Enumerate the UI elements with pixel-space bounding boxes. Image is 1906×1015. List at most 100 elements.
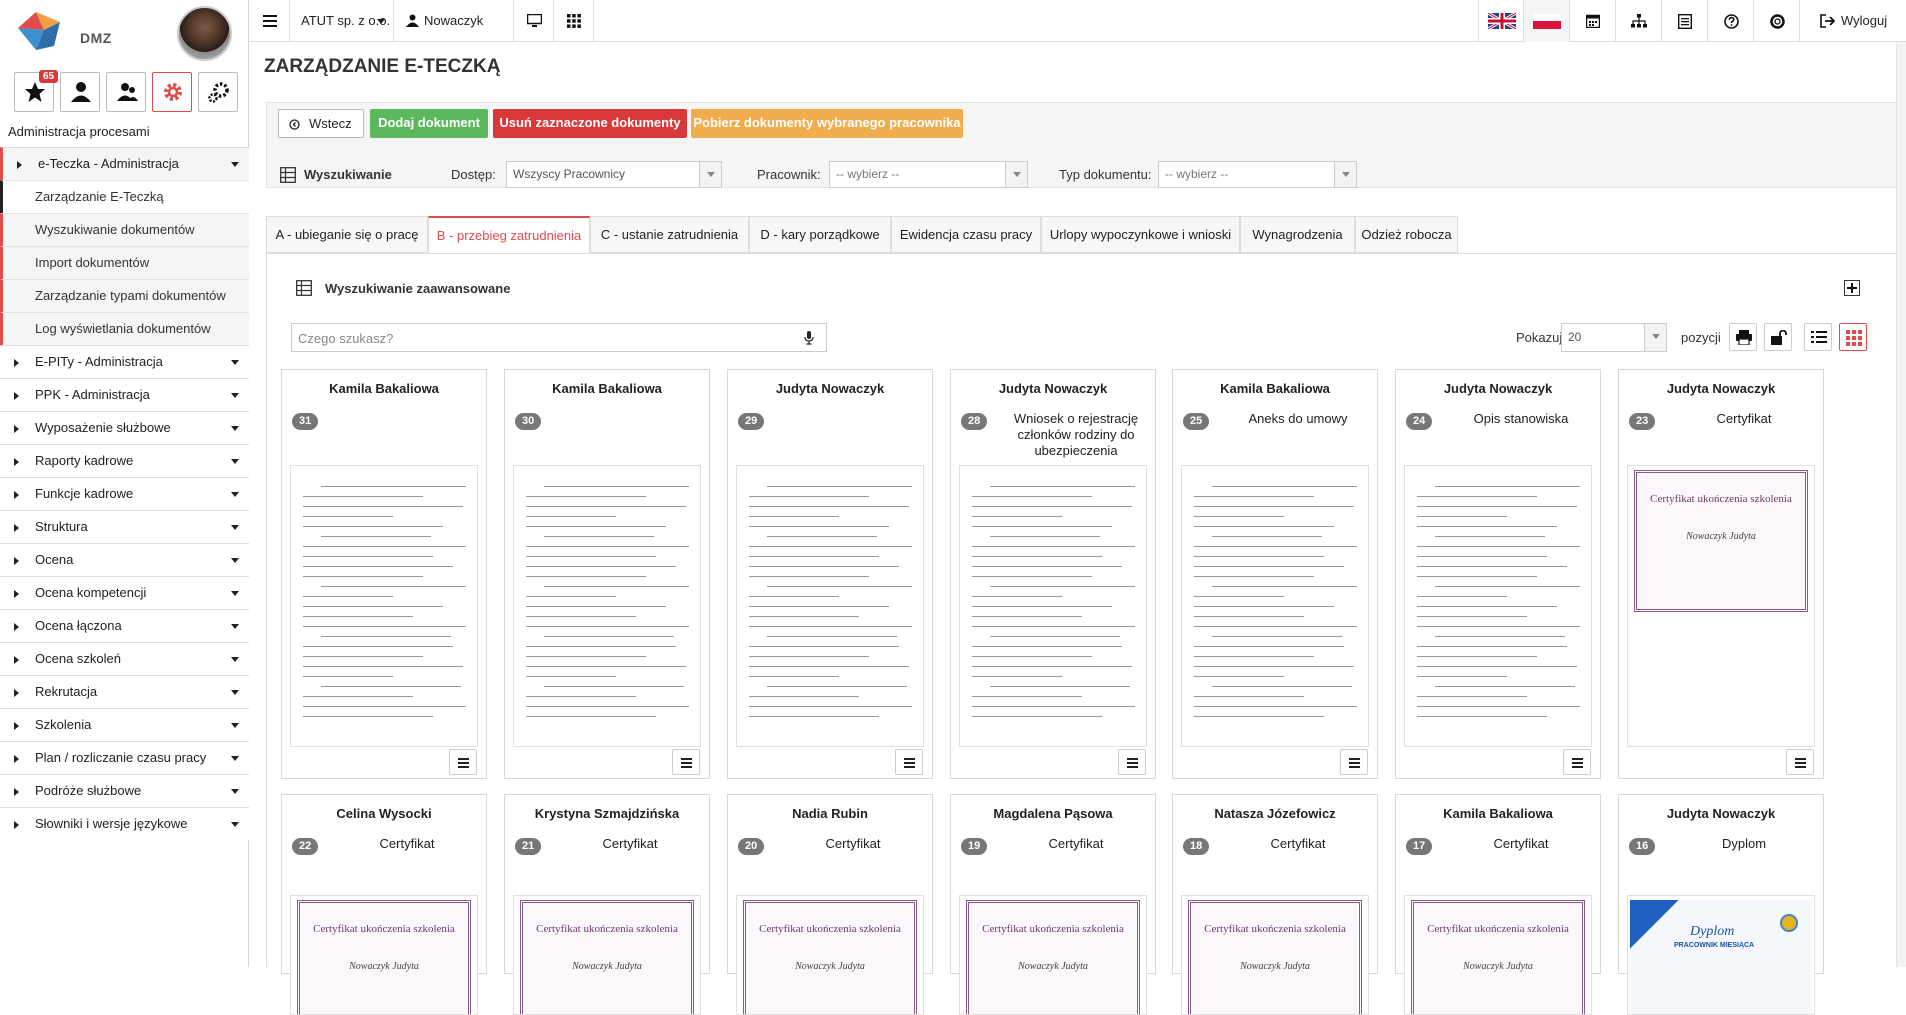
document-preview[interactable]: Certyfikat ukończenia szkolenia Nowaczyk … [290, 895, 478, 1015]
document-card[interactable]: Celina Wysocki 22 Certyfikat Certyfikat uko… [281, 794, 487, 1015]
tab-4[interactable]: D - kary porządkowe [749, 216, 891, 253]
document-preview[interactable] [513, 465, 701, 747]
submenu-item[interactable]: Log wyświetlania dokumentów [0, 312, 249, 345]
document-card[interactable]: Kamila Bakaliowa 17 Certyfikat Certyfikat u… [1395, 794, 1601, 1015]
submenu-item[interactable]: Zarządzanie E-Teczką [0, 180, 249, 213]
team-button[interactable] [106, 72, 146, 112]
document-card[interactable]: Kamila Bakaliowa 30 [504, 369, 710, 779]
document-card[interactable]: Krystyna Szmajdzińska 21 Certyfikat Certyfi… [504, 794, 710, 1015]
doctype-select[interactable]: -- wybierz -- [1158, 161, 1357, 188]
tab-3[interactable]: C - ustanie zatrudnienia [590, 216, 749, 253]
access-select[interactable]: Wszyscy Pracownicy [506, 161, 722, 188]
sidebar-item[interactable]: Ocena kompetencji [0, 576, 249, 609]
hamburger-button[interactable] [250, 0, 290, 42]
sidebar-item[interactable]: Szkolenia [0, 708, 249, 741]
document-preview[interactable]: Certyfikat ukończenia szkolenia Nowaczyk … [513, 895, 701, 1015]
page-scrollbar[interactable] [1896, 42, 1906, 967]
sidebar-item[interactable]: E-PITy - Administracja [0, 345, 249, 378]
document-preview[interactable]: Dyplom PRACOWNIK MIESIĄCA [1627, 895, 1815, 1015]
document-preview[interactable]: Certyfikat ukończenia szkolenia Nowaczyk … [1181, 895, 1369, 1015]
tab-1[interactable]: A - ubieganie się o pracę [266, 216, 428, 253]
support-button[interactable] [1754, 0, 1800, 42]
delete-selected-button[interactable]: Usuń zaznaczone dokumenty [493, 109, 687, 138]
company-select[interactable]: ATUT sp. z o.o. [290, 0, 394, 42]
sidebar-item[interactable]: Struktura [0, 510, 249, 543]
card-menu-button[interactable] [1118, 749, 1146, 775]
sidebar-item-eteczka[interactable]: e-Teczka - Administracja [0, 147, 249, 180]
back-button[interactable]: Wstecz [278, 109, 364, 138]
sidebar-item[interactable]: Rekrutacja [0, 675, 249, 708]
print-button[interactable] [1729, 323, 1757, 351]
document-card[interactable]: Nadia Rubin 20 Certyfikat Certyfikat ukończ… [727, 794, 933, 1015]
structure-button[interactable] [1616, 0, 1662, 42]
sidebar-item[interactable]: Ocena [0, 543, 249, 576]
document-preview[interactable] [1404, 465, 1592, 747]
sidebar-item[interactable]: Słowniki i wersje językowe [0, 807, 249, 840]
card-menu-button[interactable] [1340, 749, 1368, 775]
calendar-button[interactable] [1570, 0, 1616, 42]
tab-6[interactable]: Urlopy wypoczynkowe i wnioski [1041, 216, 1240, 253]
document-preview[interactable] [736, 465, 924, 747]
page-size-select[interactable]: 20 [1561, 323, 1667, 352]
tab-8[interactable]: Odzież robocza [1355, 216, 1458, 253]
card-menu-button[interactable] [1563, 749, 1591, 775]
document-preview[interactable]: Certyfikat ukończenia szkolenia Nowaczyk … [1627, 465, 1815, 747]
sidebar-item[interactable]: Raporty kadrowe [0, 444, 249, 477]
document-card[interactable]: Natasza Józefowicz 18 Certyfikat Certyfikat… [1172, 794, 1378, 1015]
help-button[interactable] [1708, 0, 1754, 42]
card-menu-button[interactable] [672, 749, 700, 775]
sidebar-item[interactable]: Wyposażenie służbowe [0, 411, 249, 444]
unlock-button[interactable] [1764, 323, 1792, 351]
sidebar-item[interactable]: Plan / rozliczanie czasu pracy [0, 741, 249, 774]
avatar[interactable] [177, 6, 232, 61]
document-preview[interactable] [959, 465, 1147, 747]
card-menu-button[interactable] [895, 749, 923, 775]
submenu-item[interactable]: Wyszukiwanie dokumentów [0, 213, 249, 246]
admin-settings-button[interactable] [152, 72, 192, 112]
employee-select[interactable]: -- wybierz -- [829, 161, 1028, 188]
tab-5[interactable]: Ewidencja czasu pracy [891, 216, 1041, 253]
favorites-button[interactable]: 65 [14, 70, 59, 112]
expand-plus-button[interactable] [1844, 280, 1860, 296]
document-card[interactable]: Kamila Bakaliowa 31 [281, 369, 487, 779]
document-preview[interactable] [290, 465, 478, 747]
submenu-item[interactable]: Import dokumentów [0, 246, 249, 279]
card-menu-button[interactable] [1786, 749, 1814, 775]
dmz-logo[interactable] [14, 10, 76, 54]
profile-button[interactable] [60, 72, 100, 112]
document-card[interactable]: Magdalena Pąsowa 19 Certyfikat Certyfikat u… [950, 794, 1156, 1015]
desktop-button[interactable] [514, 0, 554, 42]
download-employee-docs-button[interactable]: Pobierz dokumenty wybranego pracownika [691, 109, 963, 138]
language-pl-button[interactable] [1524, 0, 1570, 42]
document-card[interactable]: Judyta Nowaczyk 28 Wniosek o rejestrację c… [950, 369, 1156, 779]
apps-button[interactable] [554, 0, 594, 42]
documents-button[interactable] [1662, 0, 1708, 42]
grid-view-button[interactable] [1839, 323, 1867, 351]
list-view-button[interactable] [1804, 323, 1832, 351]
microphone-icon[interactable] [804, 331, 814, 345]
sidebar-item[interactable]: Ocena szkoleń [0, 642, 249, 675]
logout-button[interactable]: Wyloguj [1800, 0, 1900, 42]
document-preview[interactable] [1181, 465, 1369, 747]
document-card[interactable]: Judyta Nowaczyk 16 Dyplom Dyplom PRACOWNIK M… [1618, 794, 1824, 1015]
sidebar-item[interactable]: PPK - Administracja [0, 378, 249, 411]
card-menu-button[interactable] [449, 749, 477, 775]
tab-2[interactable]: B - przebieg zatrudnienia [428, 216, 590, 253]
submenu-item[interactable]: Zarządzanie typami dokumentów [0, 279, 249, 312]
document-preview[interactable]: Certyfikat ukończenia szkolenia Nowaczyk … [959, 895, 1147, 1015]
sidebar-item[interactable]: Funkcje kadrowe [0, 477, 249, 510]
sidebar-item[interactable]: Ocena łączona [0, 609, 249, 642]
document-preview[interactable]: Certyfikat ukończenia szkolenia Nowaczyk … [1404, 895, 1592, 1015]
document-card[interactable]: Kamila Bakaliowa 25 Aneks do umowy [1172, 369, 1378, 779]
document-card[interactable]: Judyta Nowaczyk 29 [727, 369, 933, 779]
search-input[interactable]: Czego szukasz? [291, 323, 827, 352]
add-document-button[interactable]: Dodaj dokument [370, 109, 488, 138]
system-settings-button[interactable] [198, 72, 238, 112]
tab-7[interactable]: Wynagrodzenia [1240, 216, 1355, 253]
document-card[interactable]: Judyta Nowaczyk 24 Opis stanowiska [1395, 369, 1601, 779]
document-card[interactable]: Judyta Nowaczyk 23 Certyfikat Certyfikat uk… [1618, 369, 1824, 779]
language-en-button[interactable] [1478, 0, 1524, 42]
document-preview[interactable]: Certyfikat ukończenia szkolenia Nowaczyk … [736, 895, 924, 1015]
user-button[interactable]: Nowaczyk Judyta [394, 0, 514, 70]
sidebar-item[interactable]: Podróże służbowe [0, 774, 249, 807]
